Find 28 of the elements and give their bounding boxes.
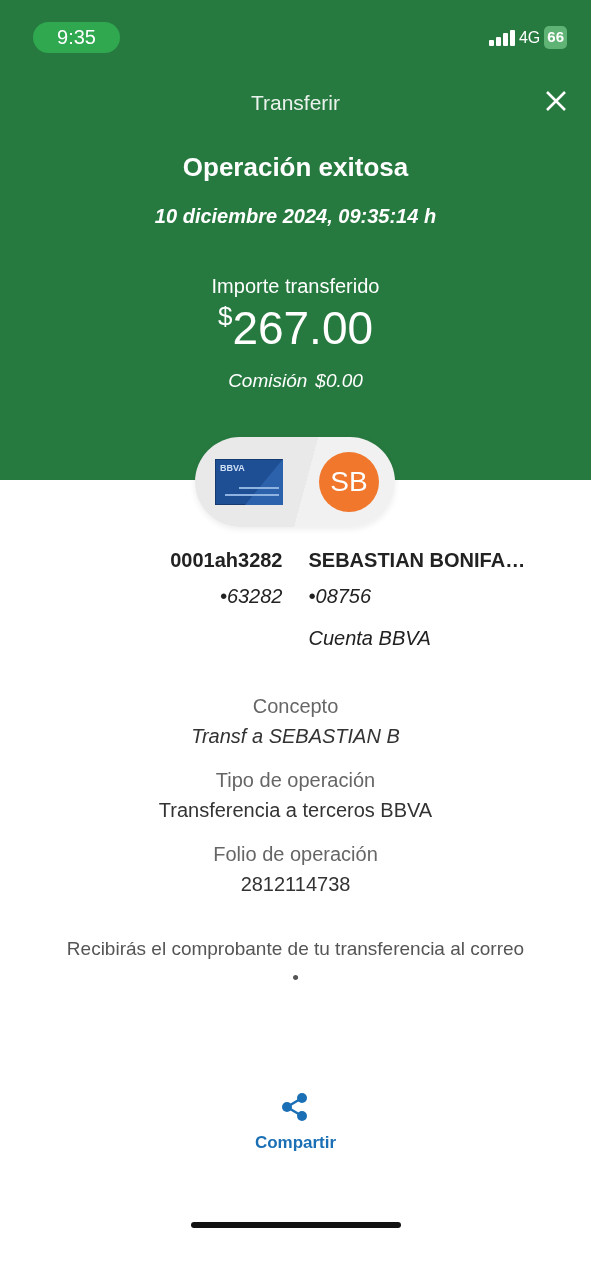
detail-label: Tipo de operación bbox=[214, 768, 377, 793]
share-button[interactable]: Compartir bbox=[254, 1092, 337, 1156]
amount-value: $^{$}$267.00 bbox=[216, 305, 375, 351]
recipient-account: •08756 bbox=[308, 584, 373, 609]
commission-value: $0.00 bbox=[315, 369, 363, 393]
network-label: 4G bbox=[518, 27, 541, 48]
result-title: Operación exitosa bbox=[181, 151, 410, 184]
detail-label: Concepto bbox=[251, 694, 340, 719]
notice-text: Recibirás el comprobante de tu transferencia al correo bbox=[65, 937, 526, 961]
detail-value: Transf a SEBASTIAN B bbox=[190, 724, 401, 749]
origin-name: 0001ah3282 bbox=[169, 548, 283, 573]
amount-label: Importe transferido bbox=[210, 274, 381, 299]
detail-label: Folio de operación bbox=[212, 842, 379, 867]
detail-value: Transferencia a terceros BBVA bbox=[157, 798, 434, 823]
recipient-bank: Cuenta BBVA bbox=[308, 626, 432, 651]
detail-value: 2812114738 bbox=[239, 872, 352, 897]
status-time: 9:35 bbox=[33, 22, 120, 53]
origin-account: •63282 bbox=[218, 584, 283, 609]
bank-card-icon: BBVA bbox=[215, 459, 283, 505]
avatar: SB bbox=[319, 452, 379, 512]
battery-level: 66 bbox=[544, 26, 567, 49]
close-button[interactable] bbox=[545, 90, 567, 112]
screen-title: Transferir bbox=[250, 90, 341, 117]
notice-text: • bbox=[291, 965, 300, 990]
operation-date: 10 diciembre 2024, 09:35:14 h bbox=[153, 204, 438, 229]
commission-label: Comisión bbox=[228, 369, 308, 393]
recipient-name: SEBASTIAN BONIFA… bbox=[308, 548, 527, 573]
signal-icon bbox=[488, 29, 515, 46]
